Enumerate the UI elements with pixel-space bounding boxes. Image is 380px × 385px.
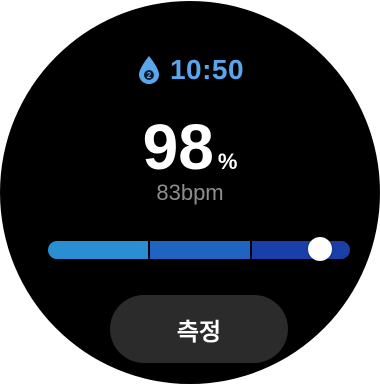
heart-rate-text: 83bpm	[156, 180, 224, 205]
measure-button[interactable]: 측정	[110, 295, 288, 363]
level-bar	[48, 241, 350, 259]
watch-face: 2 10:50 98 % 83bpm 측정	[0, 1, 380, 384]
level-segment-mid	[150, 241, 250, 259]
level-segment-low	[48, 241, 148, 259]
watch-screen: 2 10:50 98 % 83bpm 측정	[0, 0, 380, 385]
drop-badge: 2	[147, 71, 152, 80]
level-segment-high	[252, 241, 350, 259]
spo2-unit: %	[217, 149, 238, 174]
spo2-reading: 98 %	[0, 115, 380, 179]
spo2-value: 98	[142, 111, 214, 183]
water-drop-icon: 2	[138, 56, 159, 84]
level-indicator-thumb	[307, 237, 332, 261]
status-bar: 2 10:50	[0, 53, 380, 87]
clock-time: 10:50	[169, 54, 245, 85]
